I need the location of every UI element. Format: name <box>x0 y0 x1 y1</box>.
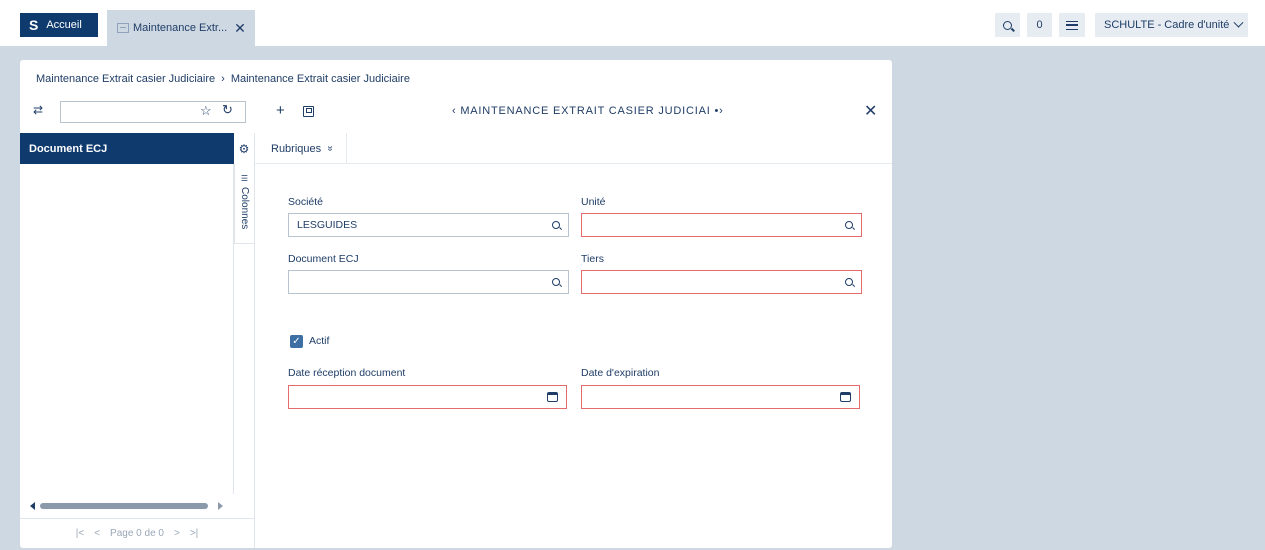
user-menu[interactable]: SCHULTE - Cadre d'unité <box>1095 13 1248 37</box>
form-tabbar: Rubriques » <box>255 133 892 164</box>
top-bar: S Accueil Maintenance Extr... ✕ 0 SCHULT… <box>0 0 1265 46</box>
calendar-icon[interactable] <box>840 392 851 405</box>
plus-icon[interactable]: + <box>276 102 285 119</box>
tab-close-icon[interactable]: ✕ <box>234 20 246 37</box>
date-expiration-label: Date d'expiration <box>581 367 660 379</box>
unite-field[interactable] <box>581 213 862 237</box>
divider <box>254 133 255 548</box>
actif-checkbox[interactable]: ✓ <box>290 335 303 348</box>
societe-value: LESGUIDES <box>297 219 358 231</box>
main-menu-button[interactable] <box>1059 13 1085 37</box>
search-icon[interactable] <box>845 220 853 232</box>
notification-count[interactable]: 0 <box>1027 13 1052 37</box>
date-reception-field[interactable] <box>288 385 567 409</box>
columns-panel-toggle[interactable]: ☰ Colonnes <box>234 164 254 244</box>
home-button[interactable]: S Accueil <box>20 13 98 37</box>
close-icon[interactable]: ✕ <box>864 101 877 121</box>
document-icon <box>117 23 129 33</box>
document-ecj-field[interactable] <box>288 270 569 294</box>
user-name: SCHULTE - Cadre d'unité <box>1104 19 1230 31</box>
scroll-left-arrow[interactable] <box>30 502 35 510</box>
calendar-icon[interactable] <box>547 392 558 405</box>
hamburger-menu-icon <box>1066 20 1078 30</box>
prev-page-button[interactable]: < <box>94 528 100 539</box>
home-label: Accueil <box>46 19 82 31</box>
save-icon[interactable] <box>303 106 314 117</box>
breadcrumb-separator: › <box>221 73 225 85</box>
sync-icon[interactable]: ⇄ <box>33 104 45 116</box>
columns-icon: ☰ <box>240 174 249 183</box>
next-page-button[interactable]: > <box>174 528 180 539</box>
app-logo: S <box>29 17 39 33</box>
search-icon[interactable] <box>845 277 853 289</box>
date-expiration-field[interactable] <box>581 385 860 409</box>
search-icon <box>1003 20 1012 30</box>
form-title: ‹ MAINTENANCE EXTRAIT CASIER JUDICIAI •› <box>452 105 724 117</box>
star-icon[interactable]: ☆ <box>200 103 212 119</box>
chevron-double-down-icon: » <box>324 145 336 152</box>
list-column-header[interactable]: Document ECJ <box>20 133 234 164</box>
tiers-label: Tiers <box>581 253 604 265</box>
list-toolbar: ⇄ ☆ ↻ <box>20 97 250 125</box>
unite-label: Unité <box>581 196 606 208</box>
societe-field[interactable]: LESGUIDES <box>288 213 569 237</box>
search-icon[interactable] <box>552 277 560 289</box>
search-icon[interactable] <box>552 220 560 232</box>
breadcrumb: Maintenance Extrait casier Judiciaire › … <box>36 73 410 85</box>
date-reception-label: Date réception document <box>288 367 406 379</box>
gear-icon[interactable]: ⚙ <box>234 133 254 164</box>
first-page-button[interactable]: |< <box>76 528 84 539</box>
tab-rubriques[interactable]: Rubriques » <box>255 133 347 164</box>
global-search-button[interactable] <box>995 13 1020 37</box>
scroll-right-arrow[interactable] <box>218 502 223 510</box>
columns-label: Colonnes <box>239 187 250 230</box>
pager: |< < Page 0 de 0 > >| <box>20 518 254 548</box>
actif-label: Actif <box>309 335 330 347</box>
chevron-down-icon <box>1233 17 1244 28</box>
main-panel: Maintenance Extrait casier Judiciaire › … <box>20 60 892 548</box>
document-ecj-label: Document ECJ <box>288 253 359 265</box>
societe-label: Société <box>288 196 324 208</box>
scroll-thumb[interactable] <box>40 503 208 509</box>
breadcrumb-item[interactable]: Maintenance Extrait casier Judiciaire <box>231 73 410 85</box>
list-body <box>20 164 234 494</box>
last-page-button[interactable]: >| <box>190 528 198 539</box>
list-search-input[interactable] <box>60 101 246 123</box>
horizontal-scrollbar[interactable] <box>30 502 235 510</box>
tiers-field[interactable] <box>581 270 862 294</box>
tab-maintenance[interactable]: Maintenance Extr... ✕ <box>107 10 255 46</box>
page-indicator: Page 0 de 0 <box>110 528 164 539</box>
tab-rubriques-label: Rubriques <box>271 142 322 155</box>
breadcrumb-item[interactable]: Maintenance Extrait casier Judiciaire <box>36 73 215 85</box>
tab-label: Maintenance Extr... <box>133 22 228 34</box>
refresh-icon[interactable]: ↻ <box>222 102 233 118</box>
form-toolbar: + ‹ MAINTENANCE EXTRAIT CASIER JUDICIAI … <box>276 102 888 122</box>
